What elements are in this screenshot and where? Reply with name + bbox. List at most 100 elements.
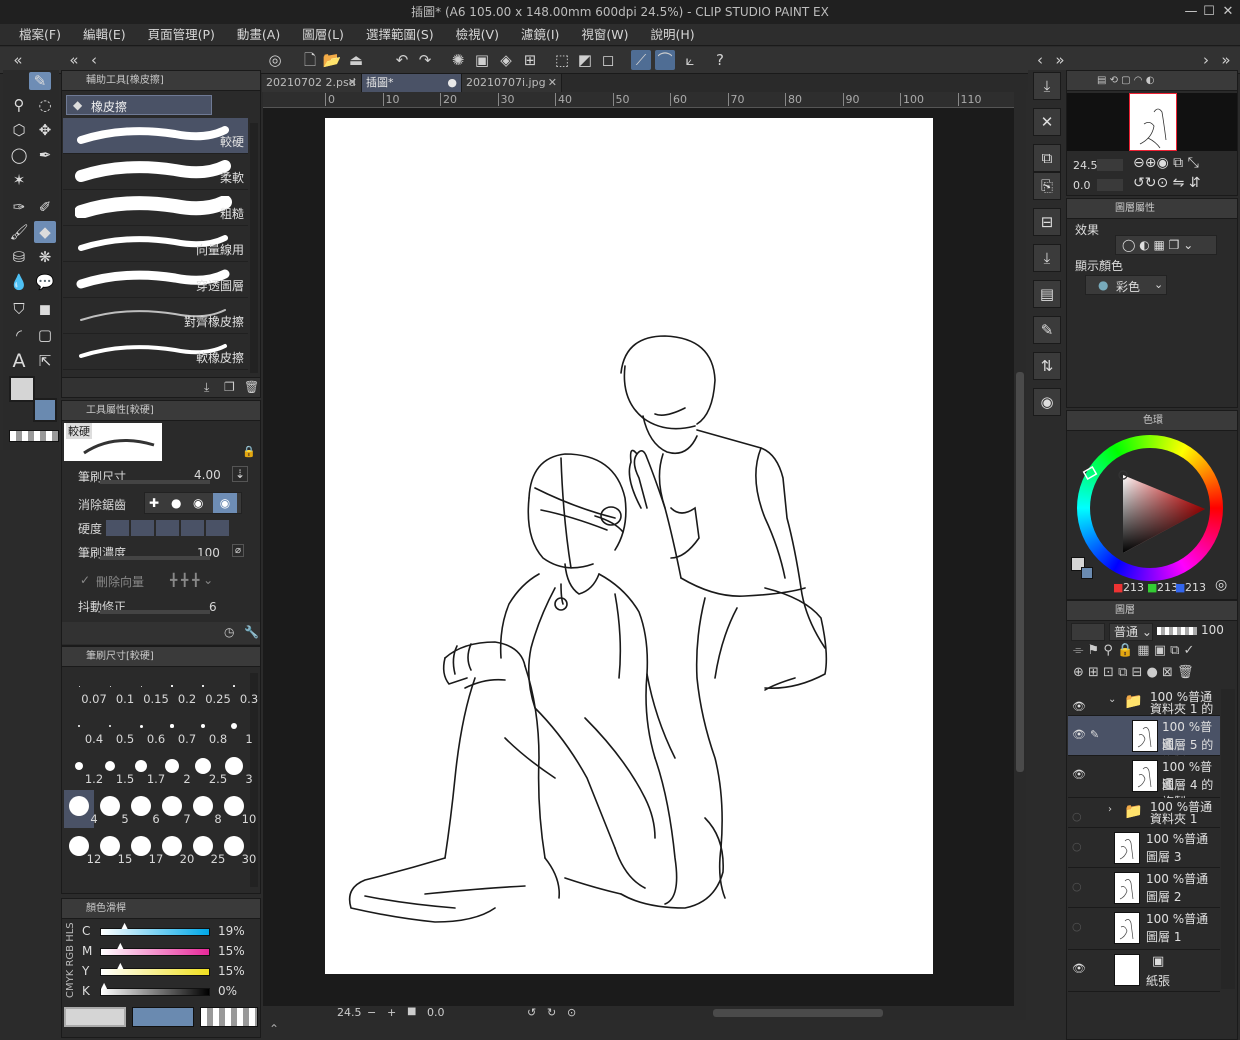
tab-close-icon[interactable]: ✕ <box>548 74 557 92</box>
menu-item-9[interactable]: 說明(H) <box>640 24 706 45</box>
antialias-selector[interactable]: ✚ ● ◉ ◉ <box>144 492 242 514</box>
redo-icon[interactable]: ↷ <box>415 50 435 70</box>
layer-tool-icons-row1[interactable]: ⌯ ⚑ ⚲ 🔒 ▦ ▣ ⧉ ✓ <box>1073 643 1194 658</box>
chevron-left-icon[interactable]: ‹ <box>84 50 104 70</box>
brush-size-cell[interactable]: 0.7 <box>157 710 196 748</box>
canvas-paper[interactable] <box>325 118 933 974</box>
brush-icon[interactable]: 🖌 <box>8 221 30 243</box>
vector-erase-mode-icons[interactable]: ╋ ╋ ╋ ⌄ <box>170 573 213 587</box>
folder-expanded-icon[interactable]: ⌄ <box>1108 694 1116 705</box>
vector-erase-checkbox[interactable]: ✓ <box>80 573 90 587</box>
layer-copy-icon[interactable]: ⧉ <box>1033 144 1061 172</box>
trash-icon[interactable]: 🗑 <box>244 380 259 394</box>
eye-icon[interactable]: 👁 <box>1072 728 1086 741</box>
status-zoom[interactable]: 24.5 <box>337 1006 362 1019</box>
effect-buttons[interactable]: ◯ ◐ ▦ ❐ ⌄ <box>1115 235 1217 255</box>
brush-size-cell[interactable]: 2 <box>157 750 191 788</box>
clip-studio-icon[interactable]: ◎ <box>265 50 285 70</box>
opacity-slider[interactable] <box>1157 627 1197 635</box>
transparent-chip[interactable] <box>200 1007 258 1027</box>
move-layer-icon[interactable]: ✥ <box>34 119 56 141</box>
brush-size-cell[interactable]: 0.2 <box>157 670 196 708</box>
layer-row[interactable]: ○ › 📁 100 %普通 資料夾 1 <box>1068 798 1220 828</box>
delete-layer-icon[interactable]: ✕ <box>1033 108 1061 136</box>
transparent-color-swatch[interactable] <box>9 430 59 442</box>
brush-size-cell[interactable]: 1.5 <box>95 750 134 788</box>
operation-icon[interactable]: ⇱ <box>34 350 56 372</box>
antialias-none-icon[interactable]: ✚ <box>149 496 159 510</box>
hidden-eye-icon[interactable]: ○ <box>1072 810 1082 823</box>
brush-size-cell[interactable]: 25 <box>188 830 225 868</box>
brush-size-cell[interactable]: 1.7 <box>126 750 165 788</box>
brush-size-slider[interactable] <box>100 480 210 484</box>
subtool-item[interactable]: 較硬 <box>63 118 248 154</box>
wrench-icon[interactable]: 🔧 <box>244 625 259 639</box>
pencil-icon[interactable]: ✐ <box>34 196 56 218</box>
gradient-icon[interactable]: ◼ <box>34 298 56 320</box>
opacity-value[interactable]: 100 <box>1201 623 1224 637</box>
open-folder-icon[interactable]: 📂 <box>322 50 342 70</box>
brush-size-cell[interactable]: 30 <box>219 830 256 868</box>
vertical-scrollbar[interactable] <box>1014 92 1026 1006</box>
hidden-eye-icon[interactable]: ○ <box>1072 880 1082 893</box>
density-pressure-icon[interactable]: ⌀ <box>232 544 245 557</box>
modified-dot-icon[interactable]: ● <box>447 74 457 92</box>
main-color-swatch[interactable] <box>9 376 35 402</box>
channel-slider[interactable]: ▲ <box>100 961 210 976</box>
help-icon[interactable]: ? <box>710 50 730 70</box>
clip-icon[interactable]: ▤ <box>1033 280 1061 308</box>
import-layer-icon[interactable]: ⤓ <box>1033 72 1061 100</box>
subtool-scrollbar[interactable] <box>250 123 258 373</box>
sub-color-chip[interactable] <box>132 1007 194 1027</box>
hardness-selector[interactable] <box>106 520 230 536</box>
brush-size-cell[interactable]: 10 <box>219 790 256 828</box>
menu-item-8[interactable]: 視窗(W) <box>570 24 639 45</box>
loading-icon[interactable]: ✺ <box>448 50 468 70</box>
brush-size-cell[interactable]: 8 <box>188 790 222 828</box>
zoom-out-icon[interactable]: − <box>367 1006 376 1019</box>
menu-item-1[interactable]: 編輯(E) <box>72 24 137 45</box>
subtool-item[interactable]: 軟橡皮擦 <box>63 334 248 370</box>
subtool-item[interactable]: 穿透圖層 <box>63 262 248 298</box>
reset-rotation-icon[interactable]: ⊙ <box>567 1006 576 1019</box>
transform-icon[interactable]: ⊞ <box>520 50 540 70</box>
snap-grid-icon[interactable]: ⟀ <box>680 50 700 70</box>
brush-size-cell[interactable]: 6 <box>126 790 160 828</box>
object-icon[interactable]: ⬡ <box>8 119 30 141</box>
layer-row[interactable]: ○ 100 %普通 圖層 3 <box>1068 828 1220 868</box>
brush-size-cell[interactable]: 1.2 <box>64 750 103 788</box>
channel-value[interactable]: 0% <box>218 984 237 998</box>
channel-value[interactable]: 15% <box>218 964 245 978</box>
rotate-left-icon[interactable]: ↺ <box>527 1006 536 1019</box>
airbrush-icon[interactable]: ❋ <box>34 246 56 268</box>
deselect-icon[interactable]: ⬚ <box>552 50 572 70</box>
navigator-angle[interactable]: 0.0 <box>1073 179 1091 192</box>
antialias-strong-icon[interactable]: ◉ <box>213 493 237 513</box>
decoration-icon[interactable]: ⛁ <box>8 246 30 268</box>
brush-size-cell[interactable]: 0.07 <box>64 670 107 708</box>
brush-size-cell[interactable]: 1 <box>219 710 253 748</box>
horizontal-scroll-thumb[interactable] <box>713 1009 883 1017</box>
brush-size-cell[interactable]: 0.15 <box>126 670 169 708</box>
subtool-item[interactable]: 粗糙 <box>63 190 248 226</box>
main-color-chip[interactable] <box>64 1007 126 1027</box>
figure-icon[interactable]: ◜ <box>8 324 30 346</box>
import-icon[interactable]: ⤓ <box>204 380 209 395</box>
antialias-weak-icon[interactable]: ● <box>171 496 181 510</box>
status-angle[interactable]: 0.0 <box>427 1006 445 1019</box>
download-icon[interactable]: ⤓ <box>1033 244 1061 272</box>
layer-row[interactable]: 👁⌄📁100 %普通資料夾 1 的複製 <box>1068 688 1220 733</box>
navigator-angle-slider[interactable] <box>1097 179 1123 191</box>
close-icon[interactable]: ✕ <box>1219 0 1237 24</box>
brush-size-cell[interactable]: 0.3 <box>219 670 258 708</box>
folder-collapsed-icon[interactable]: › <box>1108 804 1112 815</box>
layer-color-mode[interactable] <box>1071 623 1105 641</box>
menu-item-6[interactable]: 檢視(V) <box>445 24 510 45</box>
new-file-icon[interactable]: 🗋 <box>300 50 320 70</box>
menu-item-7[interactable]: 濾鏡(I) <box>510 24 570 45</box>
brush-size-cell[interactable]: 0.6 <box>126 710 165 748</box>
maximize-icon[interactable]: ☐ <box>1200 0 1218 24</box>
fill-icon[interactable]: ◈ <box>496 50 516 70</box>
expand-right-icon[interactable]: » <box>1216 50 1236 70</box>
tab-close-icon[interactable]: ✕ <box>348 74 357 92</box>
